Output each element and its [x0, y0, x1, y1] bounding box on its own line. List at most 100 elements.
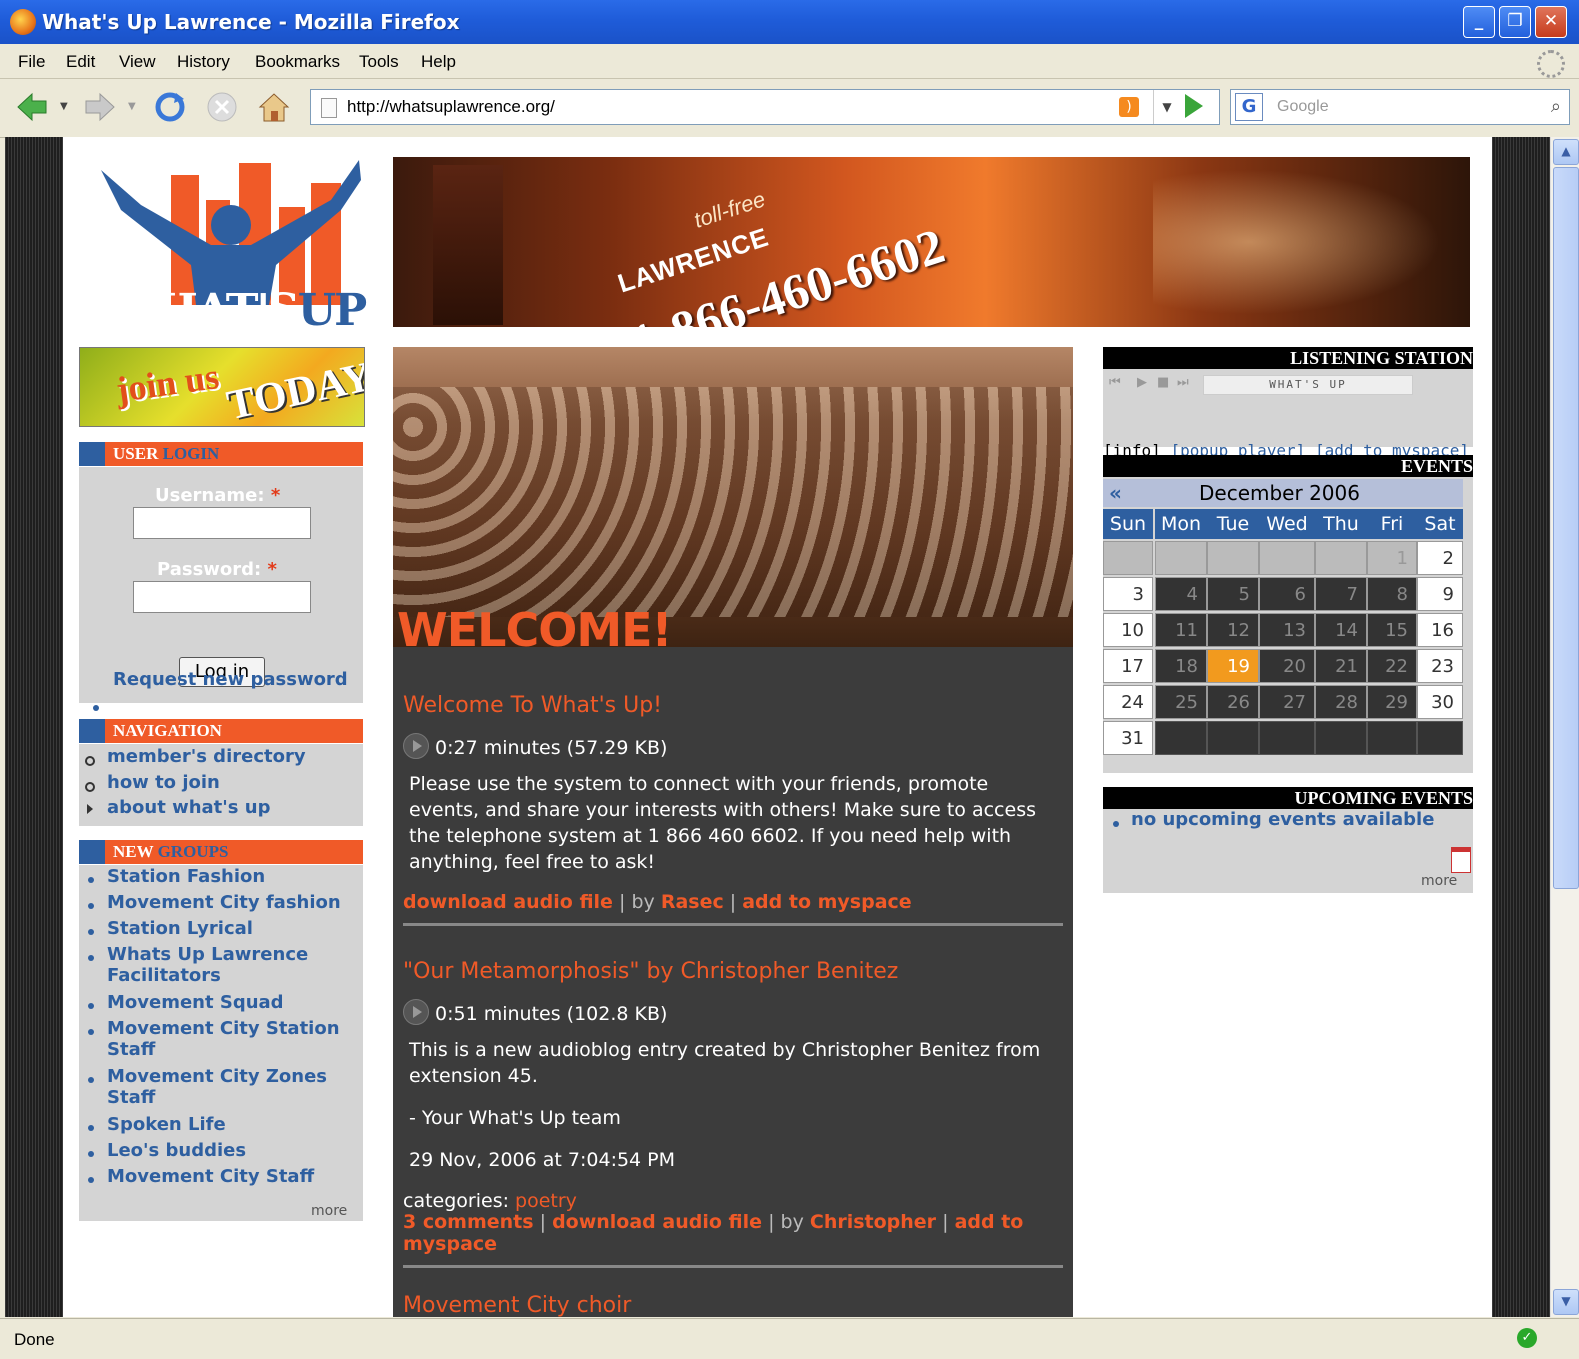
group-link[interactable]: Movement City Staff: [107, 1166, 314, 1187]
post-title[interactable]: "Our Metamorphosis" by Christopher Benit…: [403, 959, 898, 984]
maximize-button[interactable]: ❐: [1499, 6, 1531, 38]
calendar-day[interactable]: 17: [1103, 649, 1153, 683]
menu-file[interactable]: File: [18, 52, 45, 72]
menu-history[interactable]: History: [177, 52, 230, 72]
google-engine-icon[interactable]: G: [1235, 93, 1263, 121]
play-icon[interactable]: [403, 733, 429, 759]
calendar-day[interactable]: 12: [1207, 613, 1259, 647]
back-dropdown-icon[interactable]: ▼: [60, 101, 68, 112]
group-link[interactable]: Whats Up Lawrence: [107, 944, 308, 965]
group-link[interactable]: Movement City Station: [107, 1018, 340, 1039]
calendar-day[interactable]: 27: [1259, 685, 1315, 719]
nav-how-to-join[interactable]: how to join: [107, 772, 220, 793]
scroll-down-icon[interactable]: ▼: [1553, 1289, 1579, 1315]
calendar-day[interactable]: 18: [1155, 649, 1207, 683]
upcoming-more-link[interactable]: more: [1421, 873, 1457, 889]
home-icon[interactable]: [256, 89, 292, 125]
calendar-day[interactable]: 7: [1315, 577, 1367, 611]
nav-members-directory[interactable]: member's directory: [107, 746, 306, 767]
password-input[interactable]: [133, 581, 311, 613]
calendar-day[interactable]: 10: [1103, 613, 1153, 647]
calendar-day[interactable]: 9: [1417, 577, 1463, 611]
comments-link[interactable]: 3 comments: [403, 1211, 534, 1233]
calendar-day[interactable]: 16: [1417, 613, 1463, 647]
close-button[interactable]: ✕: [1535, 6, 1567, 38]
search-icon[interactable]: ⌕: [1551, 96, 1561, 117]
calendar-day[interactable]: 26: [1207, 685, 1259, 719]
calendar-day[interactable]: 13: [1259, 613, 1315, 647]
forward-arrow-icon[interactable]: [82, 89, 118, 125]
search-placeholder[interactable]: Google: [1277, 98, 1329, 116]
group-link-cont[interactable]: Staff: [107, 1039, 155, 1060]
download-audio-link[interactable]: download audio file: [552, 1211, 762, 1233]
author-link[interactable]: Christopher: [810, 1211, 936, 1233]
group-link[interactable]: Movement Squad: [107, 992, 284, 1013]
calendar-day[interactable]: 22: [1367, 649, 1417, 683]
group-link[interactable]: Movement City Zones: [107, 1066, 327, 1087]
add-to-myspace-link[interactable]: add to myspace: [742, 891, 911, 913]
search-bar[interactable]: G Google ⌕: [1230, 89, 1570, 125]
calendar-day[interactable]: 11: [1155, 613, 1207, 647]
audio-player[interactable]: ⏮ ▶ ■ ⏭ WHAT'S UP: [1107, 375, 1413, 395]
group-link[interactable]: Station Lyrical: [107, 918, 253, 939]
calendar-day[interactable]: 21: [1315, 649, 1367, 683]
go-arrow-icon[interactable]: [1185, 94, 1203, 118]
prev-track-icon[interactable]: ⏮: [1109, 375, 1121, 390]
calendar-day[interactable]: 28: [1315, 685, 1367, 719]
post-title[interactable]: Welcome To What's Up!: [403, 693, 662, 718]
calendar-day[interactable]: 8: [1367, 577, 1417, 611]
calendar-day[interactable]: 24: [1103, 685, 1153, 719]
prev-month-icon[interactable]: «: [1109, 481, 1122, 505]
play-button-icon[interactable]: ▶: [1137, 375, 1147, 390]
request-password-link[interactable]: Request new password: [113, 669, 348, 690]
group-link[interactable]: Leo's buddies: [107, 1140, 246, 1161]
calendar-day[interactable]: 4: [1155, 577, 1207, 611]
join-us-banner[interactable]: join us TODAY!: [79, 347, 365, 427]
calendar-day[interactable]: 2: [1417, 541, 1463, 575]
calendar-day[interactable]: 30: [1417, 685, 1463, 719]
download-audio-link[interactable]: download audio file: [403, 891, 613, 913]
url-text[interactable]: http://whatsuplawrence.org/: [347, 97, 555, 117]
calendar-day[interactable]: 3: [1103, 577, 1153, 611]
next-track-icon[interactable]: ⏭: [1177, 375, 1189, 390]
url-bar[interactable]: http://whatsuplawrence.org/ ) ▼: [310, 89, 1220, 125]
calendar-day[interactable]: 6: [1259, 577, 1315, 611]
calendar-day[interactable]: 29: [1367, 685, 1417, 719]
minimize-button[interactable]: _: [1463, 6, 1495, 38]
group-link[interactable]: Station Fashion: [107, 866, 265, 887]
add-to-myspace-link-cont[interactable]: myspace: [403, 1233, 497, 1255]
scroll-up-icon[interactable]: ▲: [1553, 139, 1579, 165]
calendar-day[interactable]: 19: [1207, 649, 1259, 683]
calendar-icon[interactable]: [1451, 847, 1471, 873]
calendar-day[interactable]: 14: [1315, 613, 1367, 647]
calendar-day[interactable]: 1: [1367, 541, 1417, 575]
calendar-day[interactable]: 5: [1207, 577, 1259, 611]
site-logo[interactable]: WHAT'SUP: [71, 155, 376, 336]
stop-icon[interactable]: [204, 89, 240, 125]
group-link[interactable]: Movement City fashion: [107, 892, 341, 913]
category-link[interactable]: poetry: [515, 1190, 577, 1212]
rss-feed-icon[interactable]: ): [1119, 97, 1139, 117]
username-input[interactable]: [133, 507, 311, 539]
add-to-myspace-link[interactable]: add to: [955, 1211, 1024, 1233]
reload-icon[interactable]: [152, 89, 188, 125]
menu-tools[interactable]: Tools: [359, 52, 399, 72]
calendar-day[interactable]: 23: [1417, 649, 1463, 683]
back-arrow-icon[interactable]: [14, 89, 50, 125]
nav-about[interactable]: about what's up: [107, 797, 270, 818]
menu-edit[interactable]: Edit: [66, 52, 95, 72]
calendar-day[interactable]: 15: [1367, 613, 1417, 647]
group-link-cont[interactable]: Facilitators: [107, 965, 221, 986]
url-dropdown-icon[interactable]: ▼: [1153, 90, 1180, 124]
scroll-thumb[interactable]: [1553, 167, 1579, 889]
play-icon[interactable]: [403, 999, 429, 1025]
groups-more-link[interactable]: more: [311, 1203, 347, 1219]
menu-bookmarks[interactable]: Bookmarks: [255, 52, 340, 72]
author-link[interactable]: Rasec: [661, 891, 724, 913]
menu-help[interactable]: Help: [421, 52, 456, 72]
calendar-day[interactable]: 25: [1155, 685, 1207, 719]
calendar-day[interactable]: 20: [1259, 649, 1315, 683]
menu-view[interactable]: View: [119, 52, 156, 72]
group-link[interactable]: Spoken Life: [107, 1114, 226, 1135]
post-title[interactable]: Movement City choir: [403, 1293, 631, 1317]
